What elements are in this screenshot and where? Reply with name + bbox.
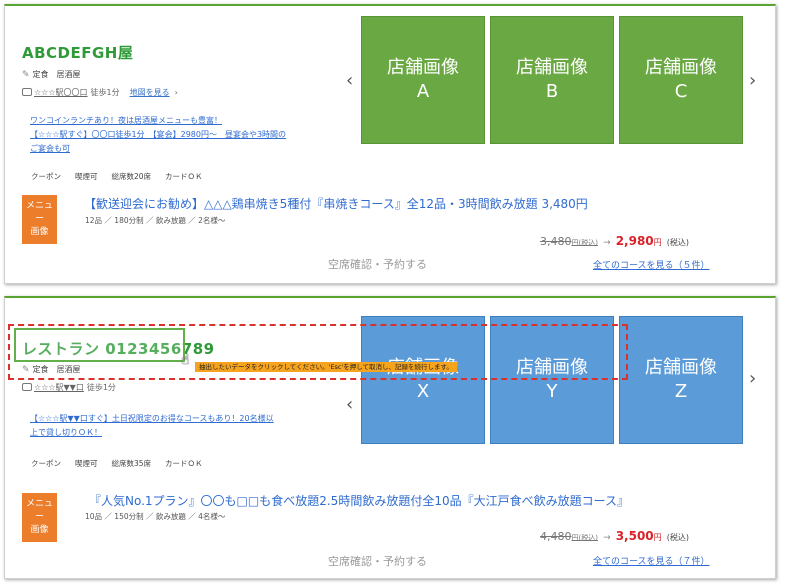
shop-image-a[interactable]: 店舗画像 A (361, 16, 485, 144)
course-title-link[interactable]: 『人気No.1プラン』〇〇も□□も食べ放題2.5時間飲み放題付全10品『大江戸食… (89, 492, 629, 509)
walk-time: 徒歩1分 (90, 88, 120, 97)
menu-image[interactable]: メニュー 画像 (22, 493, 57, 542)
price-tax: (税込) (666, 238, 690, 247)
price-old-unit: 円(税込) (571, 534, 598, 542)
shop-image-b[interactable]: 店舗画像 B (490, 16, 614, 144)
extraction-tooltip: 抽出したいデータをクリックしてください。'Esc'を押して取消し、記録を続行しま… (195, 362, 457, 372)
train-icon (22, 88, 32, 96)
price-new-unit: 円 (653, 533, 662, 542)
price-tax: (税込) (666, 533, 690, 542)
image-letter: Y (546, 381, 558, 402)
reserve-button[interactable]: 空席確認・予約する (328, 553, 427, 569)
image-label: 店舗画像 (645, 357, 717, 378)
promo-line: ワンコインランチあり！夜は居酒屋メニューも豊富！ (30, 116, 222, 125)
image-label: 店舗画像 (516, 57, 588, 78)
menu-label: メニュー (25, 499, 53, 522)
tag-seats: 総席数35席 (111, 459, 152, 468)
promo-line: 【☆☆☆駅すぐ】〇〇口徒歩1分 【宴会】2980円～ 昼宴会や3時間の (30, 130, 287, 139)
restaurant-card-1: ABCDEFGH屋 ✎ 定食 居酒屋 ☆☆☆駅〇〇口 徒歩1分 地図を見る › ワンコイ… (4, 4, 776, 284)
station-text: ☆☆☆駅〇〇口 (34, 88, 88, 97)
promo-text[interactable]: 【☆☆☆駅▼▼口すぐ】土日祝限定のお得なコースもあり！20名様以 上で貸し切りＯ… (30, 412, 274, 440)
price-block: 3,480円(税込) → 2,980円 (税込) (540, 230, 689, 249)
menu-image[interactable]: メニュー 画像 (22, 195, 57, 244)
promo-line: ご宴会も可 (30, 144, 70, 153)
image-letter: B (545, 81, 559, 102)
course-meta: 10品 ／ 150分制 ／ 飲み放題 ／ 4名様～ (85, 512, 226, 521)
image-letter: X (416, 381, 430, 402)
restaurant-name[interactable]: ABCDEFGH屋 (22, 42, 133, 63)
selected-element-box[interactable] (14, 328, 185, 362)
price-old-value: 3,480 (540, 235, 572, 248)
shop-image-c[interactable]: 店舗画像 C (619, 16, 743, 144)
price-old: 3,480円(税込) (540, 235, 598, 248)
feature-tags: クーポン 喫煙可 総席数20席 カードＯＫ (31, 171, 217, 182)
image-label: 店舗画像 (387, 57, 459, 78)
price-new: 2,980円 (616, 234, 662, 248)
promo-line: 上で貸し切りＯＫ！ (30, 428, 102, 437)
access-line: ☆☆☆駅▼▼口 徒歩1分 (22, 382, 116, 393)
all-courses-link[interactable]: 全てのコースを見る（７件） (593, 554, 710, 567)
arrow-right-icon: → (603, 238, 611, 248)
reserve-button[interactable]: 空席確認・予約する (328, 256, 427, 272)
carousel-prev-arrow[interactable]: ‹ (346, 394, 353, 415)
image-letter: C (674, 81, 688, 102)
price-old-value: 4,480 (540, 530, 572, 543)
tag-coupon: クーポン (31, 172, 61, 181)
image-label: 店舗画像 (645, 57, 717, 78)
course-title-link[interactable]: 【歓送迎会にお勧め】△△△鶏串焼き5種付『串焼きコース』全12品・3時間飲み放題… (84, 195, 588, 212)
tag-icon: ✎ (22, 70, 30, 80)
carousel-next-arrow[interactable]: › (749, 70, 756, 91)
price-block: 4,480円(税込) → 3,500円 (税込) (540, 525, 689, 544)
price-new-value: 2,980 (615, 234, 654, 248)
tag-card: カードＯＫ (165, 459, 203, 468)
promo-text[interactable]: ワンコインランチあり！夜は居酒屋メニューも豊富！ 【☆☆☆駅すぐ】〇〇口徒歩1分… (30, 114, 286, 156)
course-meta: 12品 ／ 180分制 ／ 飲み放題 ／ 2名様～ (85, 216, 226, 225)
price-new-value: 3,500 (615, 529, 654, 543)
price-new: 3,500円 (616, 529, 662, 543)
arrow-right-icon: → (603, 533, 611, 543)
train-icon (22, 383, 32, 391)
menu-label: メニュー (25, 201, 53, 224)
chevron-right-icon: › (174, 88, 178, 97)
carousel-prev-arrow[interactable]: ‹ (346, 70, 353, 91)
menu-label: 画像 (30, 227, 49, 237)
hand-pointer-icon: ☝ (181, 352, 190, 368)
price-new-unit: 円 (653, 238, 662, 247)
image-letter: Z (674, 381, 688, 402)
walk-time: 徒歩1分 (86, 383, 116, 392)
access-line: ☆☆☆駅〇〇口 徒歩1分 地図を見る › (22, 87, 178, 98)
all-courses-link[interactable]: 全てのコースを見る（５件） (593, 258, 710, 271)
feature-tags: クーポン 喫煙可 総席数35席 カードＯＫ (31, 458, 217, 469)
tag-coupon: クーポン (31, 459, 61, 468)
map-link[interactable]: 地図を見る (130, 88, 170, 97)
menu-label: 画像 (30, 525, 49, 535)
tag-smoking: 喫煙可 (75, 172, 98, 181)
image-letter: A (416, 81, 430, 102)
carousel-next-arrow[interactable]: › (749, 368, 756, 389)
shop-image-z[interactable]: 店舗画像 Z (619, 316, 743, 444)
tag-smoking: 喫煙可 (75, 459, 98, 468)
price-old: 4,480円(税込) (540, 530, 598, 543)
tag-card: カードＯＫ (165, 172, 203, 181)
station-text: ☆☆☆駅▼▼口 (34, 383, 84, 392)
tag-seats: 総席数20席 (111, 172, 152, 181)
price-old-unit: 円(税込) (571, 239, 598, 247)
genre-text: 定食 居酒屋 (32, 70, 81, 79)
promo-line: 【☆☆☆駅▼▼口すぐ】土日祝限定のお得なコースもあり！20名様以 (30, 414, 274, 423)
genre-line: ✎ 定食 居酒屋 (22, 69, 81, 80)
